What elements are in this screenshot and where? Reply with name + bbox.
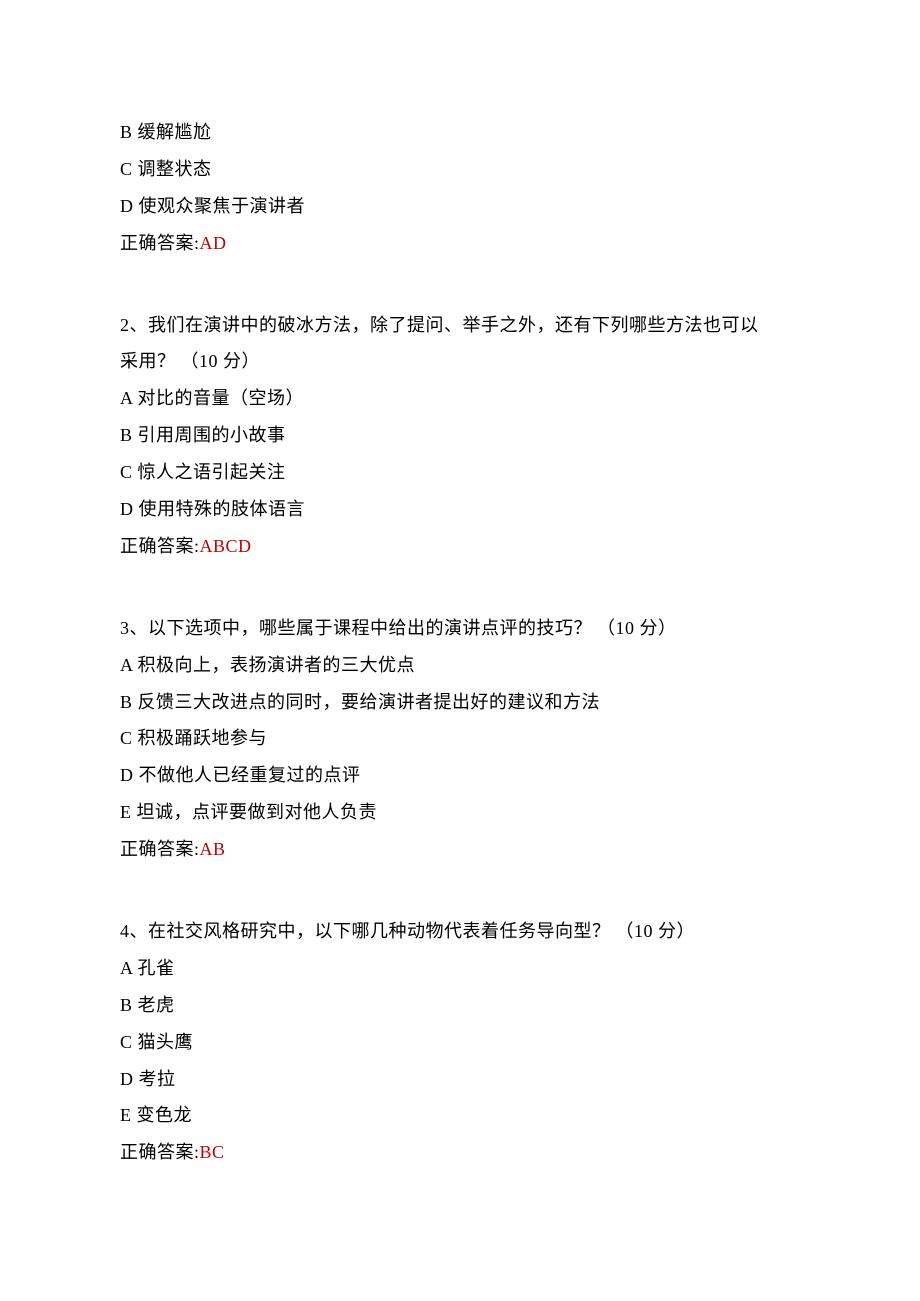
- option-d: D 使观众聚焦于演讲者: [120, 193, 800, 221]
- question-4: 4、在社交风格研究中，以下哪几种动物代表着任务导向型？ （10 分） A 孔雀 …: [120, 918, 800, 1167]
- question-stem: 3、以下选项中，哪些属于课程中给出的演讲点评的技巧？ （10 分）: [120, 615, 800, 643]
- option-c: C 积极踊跃地参与: [120, 725, 800, 753]
- question-2: 2、我们在演讲中的破冰方法，除了提问、举手之外，还有下列哪些方法也可以 采用？ …: [120, 312, 800, 561]
- option-b: B 缓解尴尬: [120, 119, 800, 147]
- option-d: D 使用特殊的肢体语言: [120, 496, 800, 524]
- option-a: A 对比的音量（空场）: [120, 385, 800, 413]
- option-d: D 考拉: [120, 1066, 800, 1094]
- question-stem: 4、在社交风格研究中，以下哪几种动物代表着任务导向型？ （10 分）: [120, 918, 800, 946]
- option-c: C 惊人之语引起关注: [120, 459, 800, 487]
- answer-line: 正确答案:AB: [120, 836, 800, 864]
- question-stem-line2: 采用？ （10 分）: [120, 348, 800, 376]
- answer-line: 正确答案:ABCD: [120, 533, 800, 561]
- option-b: B 老虎: [120, 992, 800, 1020]
- question-1-partial: B 缓解尴尬 C 调整状态 D 使观众聚焦于演讲者 正确答案:AD: [120, 119, 800, 258]
- answer-label: 正确答案:: [120, 839, 200, 859]
- option-b: B 引用周围的小故事: [120, 422, 800, 450]
- option-c: C 调整状态: [120, 156, 800, 184]
- answer-label: 正确答案:: [120, 536, 200, 556]
- option-a: A 孔雀: [120, 955, 800, 983]
- question-stem-line1: 2、我们在演讲中的破冰方法，除了提问、举手之外，还有下列哪些方法也可以: [120, 312, 800, 340]
- option-c: C 猫头鹰: [120, 1029, 800, 1057]
- answer-label: 正确答案:: [120, 1142, 200, 1162]
- answer-value: BC: [200, 1142, 225, 1162]
- option-d: D 不做他人已经重复过的点评: [120, 762, 800, 790]
- option-b: B 反馈三大改进点的同时，要给演讲者提出好的建议和方法: [120, 689, 800, 717]
- answer-value: AB: [200, 839, 226, 859]
- answer-label: 正确答案:: [120, 233, 200, 253]
- answer-value: AD: [200, 233, 227, 253]
- question-3: 3、以下选项中，哪些属于课程中给出的演讲点评的技巧？ （10 分） A 积极向上…: [120, 615, 800, 864]
- answer-value: ABCD: [200, 536, 252, 556]
- option-e: E 坦诚，点评要做到对他人负责: [120, 799, 800, 827]
- option-a: A 积极向上，表扬演讲者的三大优点: [120, 652, 800, 680]
- option-e: E 变色龙: [120, 1102, 800, 1130]
- answer-line: 正确答案:BC: [120, 1139, 800, 1167]
- answer-line: 正确答案:AD: [120, 230, 800, 258]
- document-page: B 缓解尴尬 C 调整状态 D 使观众聚焦于演讲者 正确答案:AD 2、我们在演…: [0, 0, 920, 1281]
